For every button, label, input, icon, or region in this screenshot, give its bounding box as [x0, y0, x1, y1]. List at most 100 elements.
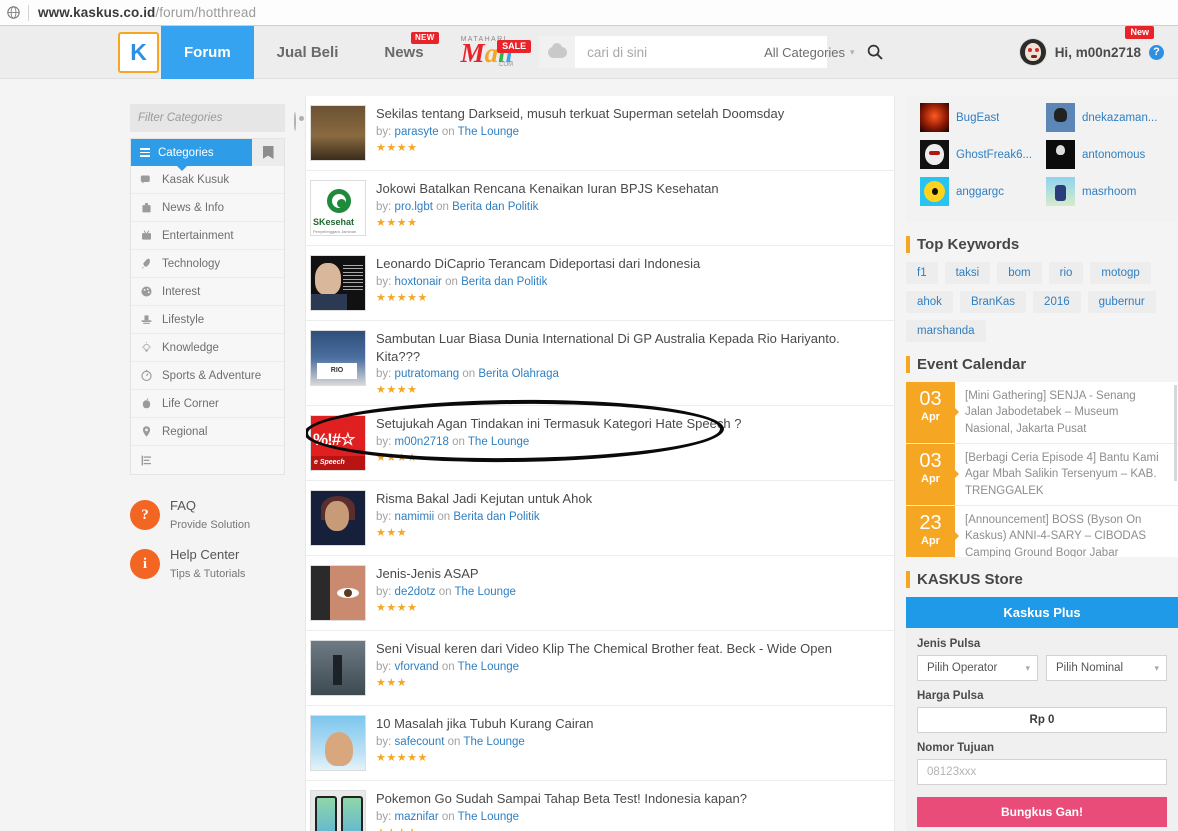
thread-author[interactable]: de2dotz	[395, 586, 436, 598]
active-user-item[interactable]: dnekazaman...	[1046, 103, 1164, 132]
help-icon[interactable]: ?	[1149, 44, 1164, 60]
user-avatar[interactable]	[1046, 103, 1075, 132]
thread-forum[interactable]: Berita dan Politik	[461, 276, 547, 288]
sidebar-item-sports-adventure[interactable]: Sports & Adventure	[131, 362, 284, 390]
sidebar-link-faq[interactable]: ? FAQ Provide Solution	[130, 497, 285, 533]
thread-row[interactable]: SKesehat Penyelenggara Jaminan Jokowi Bata…	[306, 171, 894, 246]
bungkus-gan-button[interactable]: Bungkus Gan!	[917, 797, 1167, 827]
keyword-tag[interactable]: marshanda	[906, 320, 986, 342]
thread-row[interactable]: %!#☆ e Speech Setujukah Agan Tindakan ini …	[306, 397, 894, 482]
search-icon[interactable]	[863, 44, 887, 60]
thread-thumbnail[interactable]: RIO	[310, 330, 366, 386]
nav-tab-news[interactable]: NEW News	[361, 26, 446, 79]
sidebar-item-interest[interactable]: Interest	[131, 278, 284, 306]
filter-categories-input[interactable]	[138, 112, 294, 124]
user-avatar[interactable]	[920, 103, 949, 132]
thread-forum[interactable]: The Lounge	[468, 436, 529, 448]
thread-thumbnail[interactable]	[310, 790, 366, 831]
sidebar-item-kasak-kusuk[interactable]: Kasak Kusuk	[131, 166, 284, 194]
keyword-tag[interactable]: taksi	[944, 262, 991, 284]
user-name[interactable]: masrhoom	[1082, 186, 1136, 198]
user-name[interactable]: dnekazaman...	[1082, 112, 1157, 124]
phone-number-input[interactable]: 08123xxx	[917, 759, 1167, 785]
thread-author[interactable]: hoxtonair	[395, 276, 442, 288]
sidebar-item-news-info[interactable]: News & Info	[131, 194, 284, 222]
thread-author[interactable]: safecount	[395, 736, 445, 748]
thread-title[interactable]: Setujukah Agan Tindakan ini Termasuk Kat…	[376, 415, 884, 433]
thread-author[interactable]: namimii	[395, 511, 435, 523]
kaskus-logo[interactable]: K	[118, 31, 159, 73]
operator-select[interactable]: Pilih Operator ▾	[917, 655, 1038, 681]
sidebar-item-entertainment[interactable]: Entertainment	[131, 222, 284, 250]
thread-row[interactable]: Risma Bakal Jadi Kejutan untuk Ahok by: n…	[306, 481, 894, 557]
event-item[interactable]: 03 Apr [Berbagi Ceria Episode 4] Bantu Kam…	[906, 443, 1178, 506]
thread-author[interactable]: putratomang	[395, 368, 460, 380]
thread-title[interactable]: 10 Masalah jika Tubuh Kurang Cairan	[376, 715, 884, 733]
thread-thumbnail[interactable]: %!#☆ e Speech	[310, 415, 366, 472]
sidebar-item-technology[interactable]: Technology	[131, 250, 284, 278]
active-user-item[interactable]: masrhoom	[1046, 177, 1164, 206]
thread-row[interactable]: Jenis-Jenis ASAP by: de2dotz on The Loung…	[306, 556, 894, 632]
thread-title[interactable]: Sekilas tentang Darkseid, musuh terkuat …	[376, 105, 884, 123]
thread-forum[interactable]: Berita dan Politik	[452, 201, 538, 213]
keyword-tag[interactable]: gubernur	[1087, 291, 1156, 313]
user-name[interactable]: anggargc	[956, 186, 1004, 198]
thread-author[interactable]: maznifar	[395, 811, 439, 823]
keyword-tag[interactable]: ahok	[906, 291, 953, 313]
tab-bookmarks[interactable]	[252, 139, 284, 166]
thread-forum[interactable]: The Lounge	[458, 811, 519, 823]
keyword-tag[interactable]: 2016	[1033, 291, 1081, 313]
store-tab-kaskus-plus[interactable]: Kaskus Plus	[906, 597, 1178, 628]
active-user-item[interactable]: GhostFreak6...	[920, 140, 1038, 169]
eye-icon[interactable]	[294, 111, 304, 131]
thread-thumbnail[interactable]	[310, 715, 366, 772]
sidebar-item-life-corner[interactable]: Life Corner	[131, 390, 284, 418]
keyword-tag[interactable]: motogp	[1090, 262, 1151, 284]
thread-title[interactable]: Leonardo DiCaprio Terancam Dideportasi d…	[376, 255, 884, 273]
keyword-tag[interactable]: BranKas	[959, 291, 1027, 313]
thread-title[interactable]: Seni Visual keren dari Video Klip The Ch…	[376, 640, 884, 658]
user-name[interactable]: GhostFreak6...	[956, 149, 1032, 161]
thread-author[interactable]: m00n2718	[395, 436, 449, 448]
thread-forum[interactable]: The Lounge	[454, 586, 515, 598]
thread-row[interactable]: Seni Visual keren dari Video Klip The Ch…	[306, 631, 894, 707]
user-name[interactable]: BugEast	[956, 112, 999, 124]
search-category-label[interactable]: All Categories	[764, 45, 845, 60]
thread-row[interactable]: RIO Sambutan Luar Biasa Dunia Internation…	[306, 321, 894, 407]
thread-thumbnail[interactable]	[310, 255, 366, 311]
event-item[interactable]: 23 Apr [Announcement] BOSS (Byson On Kasku…	[906, 505, 1178, 557]
search-input[interactable]	[587, 44, 765, 60]
thread-author[interactable]: vforvand	[395, 661, 439, 673]
thread-author[interactable]: pro.lgbt	[395, 201, 433, 213]
user-greeting[interactable]: Hi, m00n2718	[1055, 45, 1141, 60]
event-text[interactable]: [Berbagi Ceria Episode 4] Bantu Kami Aga…	[955, 444, 1178, 505]
keyword-tag[interactable]: bom	[997, 262, 1042, 284]
thread-forum[interactable]: The Lounge	[458, 126, 519, 138]
event-text[interactable]: [Announcement] BOSS (Byson On Kaskus) AN…	[955, 506, 1178, 557]
active-user-item[interactable]: antonomous	[1046, 140, 1164, 169]
user-avatar[interactable]	[920, 140, 949, 169]
active-user-item[interactable]: anggargc	[920, 177, 1038, 206]
mataharimall-logo[interactable]: MATAHARI Mall .COM SALE	[447, 36, 532, 68]
sidebar-item-regional[interactable]: Regional	[131, 418, 284, 446]
thread-row[interactable]: 10 Masalah jika Tubuh Kurang Cairan by: s…	[306, 706, 894, 782]
event-scrollbar[interactable]	[1174, 385, 1177, 481]
thread-title[interactable]: Jokowi Batalkan Rencana Kenaikan Iuran B…	[376, 180, 884, 198]
thread-thumbnail[interactable]	[310, 490, 366, 547]
sidebar-link-help-center[interactable]: i Help Center Tips & Tutorials	[130, 546, 285, 582]
thread-thumbnail[interactable]	[310, 105, 366, 161]
thread-title[interactable]: Pokemon Go Sudah Sampai Tahap Beta Test!…	[376, 790, 884, 808]
avatar[interactable]	[1018, 38, 1047, 66]
thread-forum[interactable]: Berita Olahraga	[478, 368, 559, 380]
thread-forum[interactable]: The Lounge	[458, 661, 519, 673]
sidebar-item-lifestyle[interactable]: Lifestyle	[131, 306, 284, 334]
thread-thumbnail[interactable]: SKesehat Penyelenggara Jaminan	[310, 180, 366, 236]
thread-thumbnail[interactable]	[310, 640, 366, 697]
url-text[interactable]: www.kaskus.co.id/forum/hotthread	[38, 5, 256, 20]
event-calendar-list[interactable]: 03 Apr [Mini Gathering] SENJA - Senang Jal…	[906, 382, 1178, 557]
hot-thread-list[interactable]: Sekilas tentang Darkseid, musuh terkuat …	[305, 96, 895, 831]
nominal-select[interactable]: Pilih Nominal ▾	[1046, 655, 1167, 681]
thread-title[interactable]: Risma Bakal Jadi Kejutan untuk Ahok	[376, 490, 884, 508]
thread-title[interactable]: Sambutan Luar Biasa Dunia International …	[376, 330, 884, 365]
nav-tab-jual-beli[interactable]: Jual Beli	[254, 26, 362, 79]
